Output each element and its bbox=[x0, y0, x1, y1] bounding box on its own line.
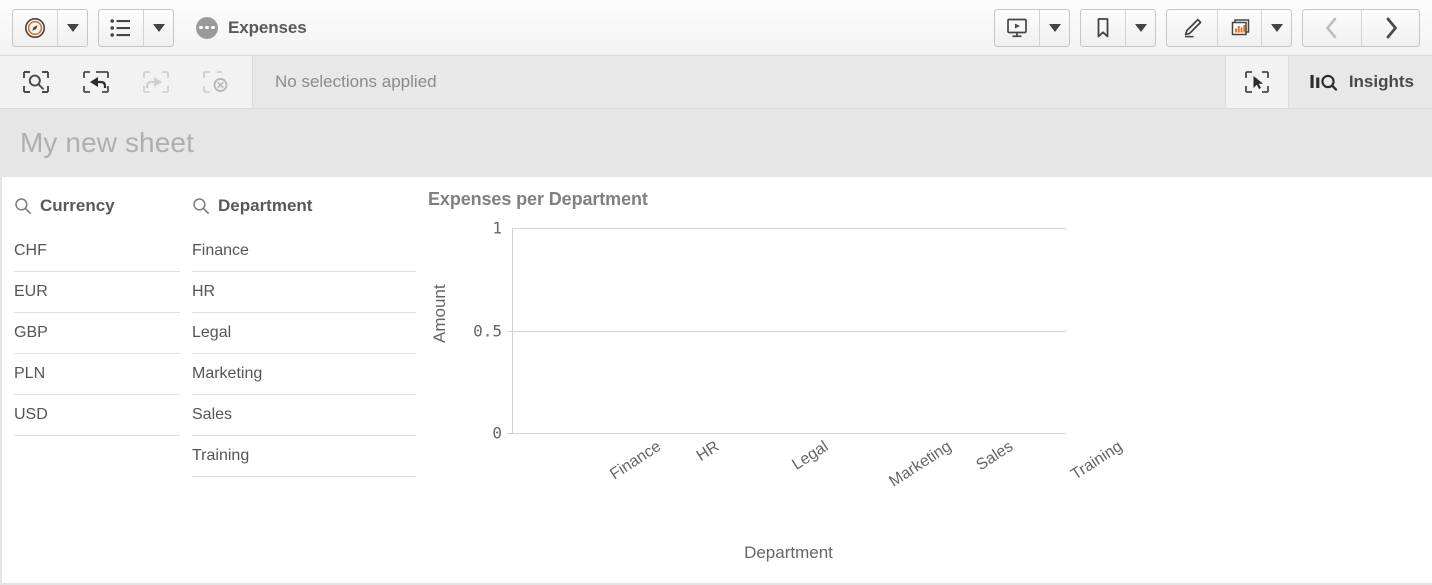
step-forward bbox=[126, 56, 186, 108]
app-dots-icon bbox=[196, 17, 218, 39]
list-item[interactable]: HR bbox=[192, 272, 416, 313]
y-axis-tick-label: 0 bbox=[456, 424, 502, 443]
app-title: Expenses bbox=[228, 18, 307, 38]
filter-pane-currency: Currency CHF EUR GBP PLN USD bbox=[14, 177, 180, 497]
x-axis-tick-label: Legal bbox=[789, 438, 832, 474]
insights-label: Insights bbox=[1349, 72, 1414, 92]
charts-chevron-down-icon[interactable] bbox=[1261, 10, 1291, 46]
previous-sheet-button[interactable] bbox=[1303, 10, 1361, 46]
sheet-title-bar: My new sheet bbox=[0, 109, 1432, 177]
chart-title: Expenses per Department bbox=[428, 177, 1128, 210]
selections-bar: No selections applied bbox=[0, 56, 1432, 109]
filter-pane-title: Currency bbox=[40, 196, 115, 216]
filter-list-department: Finance HR Legal Marketing Sales Trainin… bbox=[192, 231, 416, 477]
search-icon[interactable] bbox=[14, 197, 32, 215]
sheet-title[interactable]: My new sheet bbox=[0, 127, 194, 159]
filter-pane-department-header[interactable]: Department bbox=[192, 177, 416, 225]
sheet-content: Currency CHF EUR GBP PLN USD Department bbox=[0, 177, 1432, 585]
bookmark-icon[interactable] bbox=[1081, 10, 1125, 46]
step-back[interactable] bbox=[66, 56, 126, 108]
chevron-down-icon bbox=[153, 24, 165, 32]
list-item[interactable]: CHF bbox=[14, 231, 180, 272]
list-icon[interactable] bbox=[99, 10, 143, 46]
play-story-chevron-down-icon[interactable] bbox=[1039, 10, 1069, 46]
y-axis-tick-label: 0.5 bbox=[456, 322, 502, 341]
edit-and-charts-button-group[interactable] bbox=[1166, 9, 1292, 47]
x-axis-tick-label: Finance bbox=[607, 438, 665, 484]
chart-plot-wrapper: Amount 1 0.5 0 Finance bbox=[428, 223, 1128, 573]
filter-pane-currency-header[interactable]: Currency bbox=[14, 177, 180, 225]
sheets-chevron-down-icon[interactable] bbox=[143, 10, 173, 46]
list-item[interactable]: PLN bbox=[14, 354, 180, 395]
qlik-sense-app: Expenses bbox=[0, 0, 1432, 585]
selections-search[interactable] bbox=[6, 56, 66, 108]
x-axis-tick-label: Marketing bbox=[886, 438, 955, 491]
sheets-menu-button-group[interactable] bbox=[98, 9, 174, 47]
insights-button[interactable]: Insights bbox=[1289, 56, 1432, 108]
sheet-navigation-button-group[interactable] bbox=[1302, 9, 1420, 47]
navigation-menu-button-group[interactable] bbox=[12, 9, 88, 47]
gridline bbox=[513, 228, 1066, 229]
chevron-down-icon bbox=[67, 24, 79, 32]
compass-icon[interactable] bbox=[13, 10, 57, 46]
next-sheet-button[interactable] bbox=[1361, 10, 1419, 46]
toolbar-right-group bbox=[994, 9, 1432, 47]
chevron-down-icon bbox=[1135, 24, 1147, 32]
x-axis-title: Department bbox=[512, 543, 1065, 563]
top-toolbar: Expenses bbox=[0, 0, 1432, 56]
chart-plot-area[interactable] bbox=[512, 228, 1066, 433]
search-icon[interactable] bbox=[192, 197, 210, 215]
selections-message: No selections applied bbox=[253, 56, 1225, 108]
axis-tick-mark bbox=[507, 433, 513, 434]
list-item[interactable]: Training bbox=[192, 436, 416, 477]
clear-all-selections bbox=[186, 56, 246, 108]
toolbar-left-group: Expenses bbox=[0, 9, 307, 47]
selections-right-group: Insights bbox=[1225, 56, 1432, 108]
list-item[interactable]: GBP bbox=[14, 313, 180, 354]
list-item[interactable]: Legal bbox=[192, 313, 416, 354]
insights-bars-icon bbox=[1309, 70, 1339, 94]
gridline bbox=[513, 433, 1066, 434]
chevron-down-icon bbox=[1049, 24, 1061, 32]
list-item[interactable]: USD bbox=[14, 395, 180, 436]
app-title-group[interactable]: Expenses bbox=[196, 17, 307, 39]
axis-tick-mark bbox=[507, 331, 513, 332]
bar-chart-expenses-per-department[interactable]: Expenses per Department Amount 1 0.5 0 bbox=[428, 177, 1128, 577]
navigation-chevron-down-icon[interactable] bbox=[57, 10, 87, 46]
gridline bbox=[513, 331, 1066, 332]
list-item[interactable]: Marketing bbox=[192, 354, 416, 395]
list-item[interactable]: Sales bbox=[192, 395, 416, 436]
list-item[interactable]: EUR bbox=[14, 272, 180, 313]
filter-pane-department: Department Finance HR Legal Marketing Sa… bbox=[192, 177, 416, 497]
bookmarks-chevron-down-icon[interactable] bbox=[1125, 10, 1155, 46]
selection-tools bbox=[0, 56, 253, 108]
chevron-down-icon bbox=[1271, 24, 1283, 32]
x-axis-tick-label: Training bbox=[1068, 438, 1126, 484]
pencil-icon[interactable] bbox=[1167, 10, 1217, 46]
filter-list-currency: CHF EUR GBP PLN USD bbox=[14, 231, 180, 436]
list-item[interactable]: Finance bbox=[192, 231, 416, 272]
y-axis-ticks: 1 0.5 0 bbox=[446, 223, 502, 483]
selection-lasso[interactable] bbox=[1226, 56, 1288, 108]
presentation-play-icon[interactable] bbox=[995, 10, 1039, 46]
x-axis-tick-label: HR bbox=[694, 438, 723, 466]
charts-stack-icon[interactable] bbox=[1217, 10, 1261, 46]
y-axis-tick-label: 1 bbox=[456, 219, 502, 238]
bookmarks-button-group[interactable] bbox=[1080, 9, 1156, 47]
filter-pane-title: Department bbox=[218, 196, 312, 216]
play-story-button-group[interactable] bbox=[994, 9, 1070, 47]
x-axis-tick-label: Sales bbox=[973, 438, 1016, 475]
x-axis-tick-labels: Finance HR Legal Marketing Sales Trainin… bbox=[512, 438, 1065, 518]
